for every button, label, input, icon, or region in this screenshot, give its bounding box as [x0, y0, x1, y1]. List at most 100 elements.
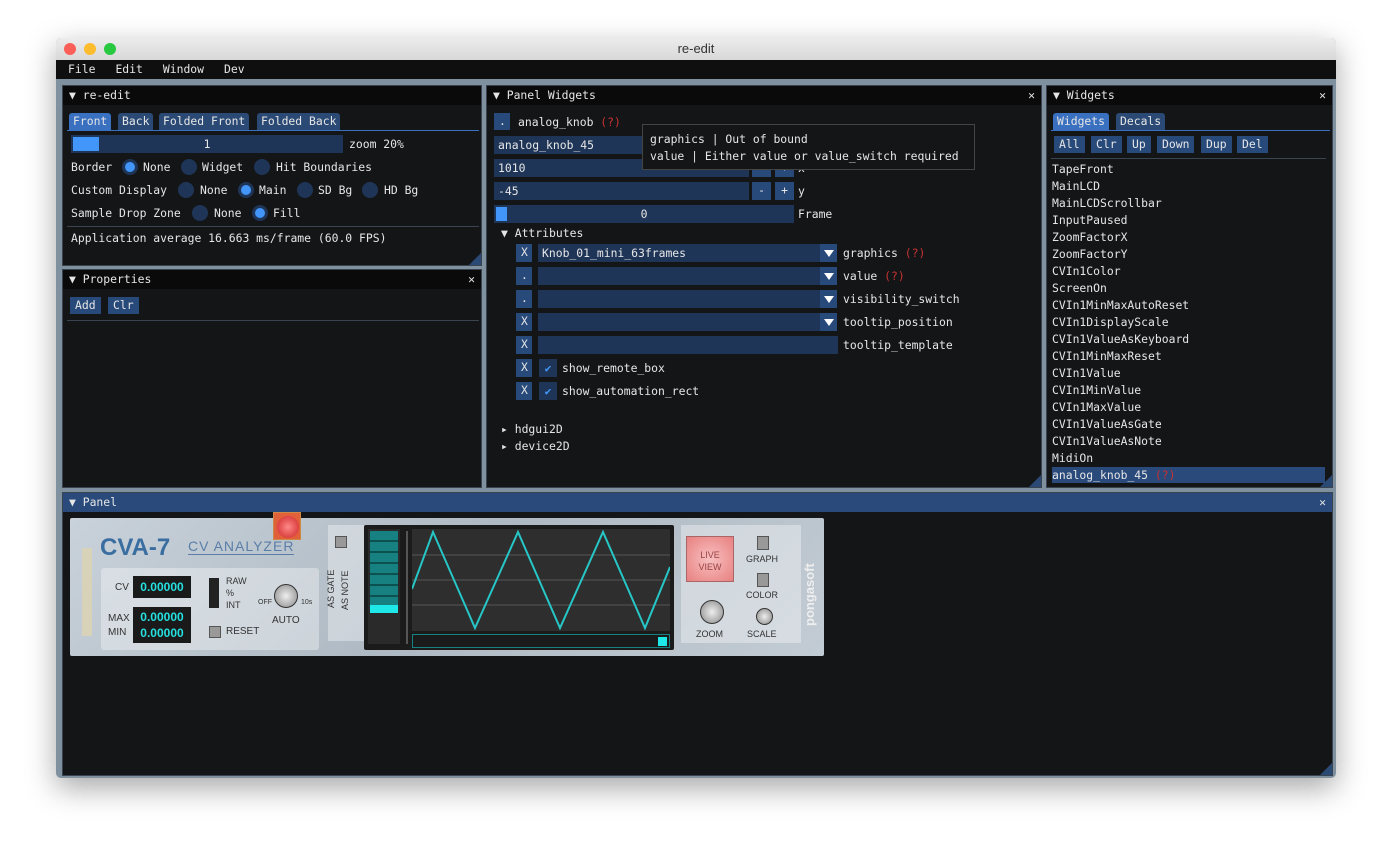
resize-grip[interactable] [1029, 475, 1041, 487]
widgets-up-button[interactable]: Up [1127, 136, 1151, 153]
tab-folded-back[interactable]: Folded Back [257, 113, 341, 130]
scale-knob[interactable] [756, 608, 773, 625]
raw-int-switch[interactable] [209, 578, 219, 608]
tab-back[interactable]: Back [118, 113, 154, 130]
help-marker[interactable]: (?) [1155, 468, 1176, 482]
midi-on-button[interactable] [335, 536, 347, 548]
tab-decals[interactable]: Decals [1116, 113, 1166, 130]
custom-none-radio[interactable] [178, 182, 194, 198]
close-icon[interactable]: ✕ [1028, 86, 1035, 105]
y-plus-button[interactable]: + [775, 182, 794, 200]
close-icon[interactable]: ✕ [1319, 86, 1326, 105]
minimize-window-button[interactable] [84, 43, 96, 55]
section-hdgui2d[interactable]: ▸ hdgui2D [501, 422, 563, 436]
panel-header[interactable]: ▼ re-edit [63, 86, 481, 105]
attribute-reset-button[interactable]: X [516, 359, 532, 377]
widget-list-item[interactable]: CVIn1MaxValue [1052, 399, 1141, 415]
menu-dev[interactable]: Dev [212, 60, 253, 79]
attribute-input[interactable] [538, 336, 838, 354]
panel-header[interactable]: ▼ Properties ✕ [63, 270, 481, 289]
y-minus-button[interactable]: - [752, 182, 771, 200]
widget-list-item[interactable]: ZoomFactorX [1052, 229, 1127, 245]
panel-header[interactable]: ▼ Panel ✕ [63, 493, 1332, 512]
chevron-down-icon[interactable] [820, 267, 837, 285]
resize-grip[interactable] [469, 253, 481, 265]
widget-list-item[interactable]: CVIn1MinMaxAutoReset [1052, 297, 1189, 313]
widget-list-item[interactable]: TapeFront [1052, 161, 1114, 177]
auto-knob[interactable] [274, 584, 298, 608]
widget-list-item[interactable]: CVIn1ValueAsKeyboard [1052, 331, 1189, 347]
reset-button[interactable] [209, 626, 221, 638]
add-button[interactable]: Add [70, 297, 101, 314]
attribute-reset-button[interactable]: X [516, 336, 532, 354]
border-widget-radio[interactable] [181, 159, 197, 175]
attributes-header[interactable]: ▼ Attributes [501, 226, 583, 240]
resize-grip[interactable] [1320, 475, 1332, 487]
lcd-scrollbar[interactable] [412, 634, 670, 648]
widgets-down-button[interactable]: Down [1157, 136, 1195, 153]
help-marker[interactable]: (?) [600, 115, 621, 129]
checkbox[interactable]: ✔ [539, 382, 557, 400]
attribute-reset-button[interactable]: . [516, 290, 532, 308]
chevron-down-icon[interactable] [820, 244, 837, 262]
frame-slider[interactable]: 0 [494, 205, 794, 223]
border-none-radio[interactable] [122, 159, 138, 175]
widget-list-item[interactable]: MainLCD [1052, 178, 1100, 194]
widget-list-item[interactable]: ScreenOn [1052, 280, 1107, 296]
menu-window[interactable]: Window [151, 60, 212, 79]
border-hit-boundaries-radio[interactable] [254, 159, 270, 175]
sample-none-radio[interactable] [192, 205, 208, 221]
live-view-button[interactable]: LIVE VIEW [686, 536, 734, 582]
zoom-knob[interactable] [700, 600, 724, 624]
widget-list-item[interactable]: CVIn1Value [1052, 365, 1121, 381]
slider-grab[interactable] [496, 207, 507, 221]
clr-button[interactable]: Clr [108, 297, 139, 314]
close-window-button[interactable] [64, 43, 76, 55]
widget-list-item[interactable]: CVIn1ValueAsGate [1052, 416, 1162, 432]
custom-hd-bg-radio[interactable] [362, 182, 378, 198]
resize-grip[interactable] [1320, 763, 1332, 775]
widgets-dup-button[interactable]: Dup [1201, 136, 1232, 153]
help-marker[interactable]: (?) [905, 246, 926, 260]
close-icon[interactable]: ✕ [1319, 493, 1326, 512]
widget-list-item[interactable]: analog_knob_45 (?) [1052, 467, 1325, 483]
tab-front[interactable]: Front [69, 113, 112, 130]
widget-list-item[interactable]: MidiOn [1052, 450, 1093, 466]
widget-list-item[interactable]: CVIn1MinValue [1052, 382, 1141, 398]
widget-list-item[interactable]: CVIn1ValueAsNote [1052, 433, 1162, 449]
close-icon[interactable]: ✕ [468, 270, 475, 289]
slider-grab[interactable] [73, 137, 99, 151]
attribute-combo[interactable] [538, 290, 820, 308]
widget-list-item[interactable]: MainLCDScrollbar [1052, 195, 1162, 211]
widgets-del-button[interactable]: Del [1237, 136, 1268, 153]
menu-edit[interactable]: Edit [103, 60, 150, 79]
attribute-reset-button[interactable]: X [516, 382, 532, 400]
attribute-reset-button[interactable]: X [516, 313, 532, 331]
panel-header[interactable]: ▼ Panel Widgets ✕ [487, 86, 1041, 105]
panel-header[interactable]: ▼ Widgets ✕ [1047, 86, 1332, 105]
custom-sd-bg-radio[interactable] [297, 182, 313, 198]
widget-list-item[interactable]: CVIn1DisplayScale [1052, 314, 1169, 330]
widget-status-button[interactable]: . [494, 113, 510, 130]
widgets-all-button[interactable]: All [1054, 136, 1085, 153]
widget-list-item[interactable]: CVIn1MinMaxReset [1052, 348, 1162, 364]
zoom-window-button[interactable] [104, 43, 116, 55]
graph-button[interactable] [757, 536, 769, 550]
widgets-clr-button[interactable]: Clr [1091, 136, 1122, 153]
chevron-down-icon[interactable] [820, 290, 837, 308]
section-device2d[interactable]: ▸ device2D [501, 439, 570, 453]
attribute-combo[interactable]: Knob_01_mini_63frames [538, 244, 820, 262]
zoom-slider[interactable]: 1 [71, 135, 343, 153]
custom-main-radio[interactable] [238, 182, 254, 198]
widget-list-item[interactable]: CVIn1Color [1052, 263, 1121, 279]
menu-file[interactable]: File [56, 60, 103, 79]
help-marker[interactable]: (?) [884, 269, 905, 283]
chevron-down-icon[interactable] [820, 313, 837, 331]
analog-knob-45[interactable] [273, 512, 301, 540]
tab-widgets[interactable]: Widgets [1053, 113, 1110, 130]
sample-fill-radio[interactable] [252, 205, 268, 221]
color-button[interactable] [757, 573, 769, 587]
widget-list-item[interactable]: InputPaused [1052, 212, 1127, 228]
attribute-reset-button[interactable]: X [516, 244, 532, 262]
attribute-reset-button[interactable]: . [516, 267, 532, 285]
